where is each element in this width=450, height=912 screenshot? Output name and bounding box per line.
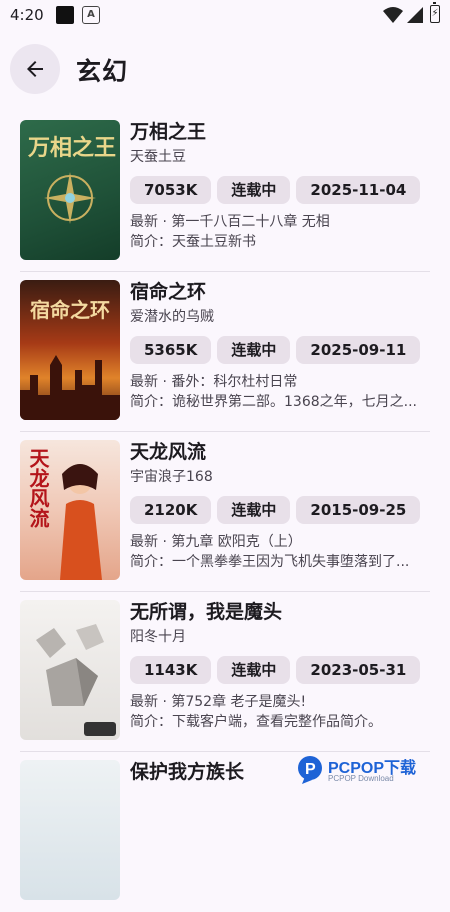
book-author: 天蚕土豆 xyxy=(130,149,186,165)
svg-text:P: P xyxy=(305,761,316,778)
cover-emblem xyxy=(44,172,96,224)
signal-icon xyxy=(407,7,423,23)
book-item[interactable]: 无所谓，我是魔头 阳冬十月 1143K 连载中 2023-05-31 最新 · … xyxy=(0,592,450,752)
book-item[interactable]: 宿命之环 宿命之环 爱潜水的乌贼 5365K 连载中 2025-09-11 最新… xyxy=(0,272,450,432)
update-date-chip: 2025-09-11 xyxy=(296,336,421,364)
app-bar: 玄幻 xyxy=(0,42,450,98)
book-title: 无所谓，我是魔头 xyxy=(130,601,283,623)
update-date-chip: 2025-11-04 xyxy=(296,176,421,204)
word-count-chip: 1143K xyxy=(130,656,212,684)
word-count-chip: 2120K xyxy=(130,496,212,524)
cover-title: 天龙风流 xyxy=(26,448,50,528)
notification-icon xyxy=(56,6,74,24)
latest-chapter: 最新 · 番外：科尔杜村日常 xyxy=(130,374,298,390)
watermark-subtext: PCPOP Download xyxy=(328,774,394,783)
latest-chapter: 最新 · 第752章 老子是魔头! xyxy=(130,694,307,710)
book-author: 爱潜水的乌贼 xyxy=(130,309,214,325)
battery-icon: ⚡ xyxy=(430,2,440,23)
book-intro: 简介：一个黑拳拳王因为飞机失事堕落到了... xyxy=(130,554,410,570)
book-item[interactable]: 万相之王 万相之王 天蚕土豆 7053K 连载中 2025-11-04 最新 ·… xyxy=(0,112,450,272)
cover-title: 万相之王 xyxy=(28,135,117,161)
book-author: 宇宙浪子168 xyxy=(130,469,213,485)
book-intro: 简介：诡秘世界第二部。1368之年，七月之... xyxy=(130,394,417,410)
watermark-logo: P PCPOP下载 PCPOP Download xyxy=(294,750,444,794)
book-cover: 宿命之环 xyxy=(20,280,120,420)
latest-chapter: 最新 · 第九章 欧阳克（上） xyxy=(130,534,302,550)
book-intro: 简介：天蚕土豆新书 xyxy=(130,234,256,250)
book-cover: 万相之王 xyxy=(20,120,120,260)
cover-city xyxy=(20,355,120,420)
book-title: 万相之王 xyxy=(130,121,207,143)
page-title: 玄幻 xyxy=(76,57,129,86)
status-bar: 4:20 A ⚡ xyxy=(0,0,450,32)
cover-polyhedra xyxy=(36,624,104,706)
cover-badge xyxy=(84,722,116,736)
status-time: 4:20 xyxy=(10,6,44,24)
update-date-chip: 2015-09-25 xyxy=(296,496,421,524)
book-item[interactable]: 天龙风流 天龙风流 宇宙浪子168 2120K 连载中 2015-09-25 最… xyxy=(0,432,450,592)
cover-figure xyxy=(60,464,102,580)
book-author: 阳冬十月 xyxy=(130,629,186,645)
status-chip: 连载中 xyxy=(217,336,291,364)
book-title: 宿命之环 xyxy=(130,281,207,303)
book-cover xyxy=(20,760,120,900)
status-chip: 连载中 xyxy=(217,496,291,524)
update-date-chip: 2023-05-31 xyxy=(296,656,421,684)
latest-chapter: 最新 · 第一千八百二十八章 无相 xyxy=(130,214,330,230)
book-cover xyxy=(20,600,120,740)
word-count-chip: 5365K xyxy=(130,336,212,364)
wifi-icon xyxy=(383,7,403,23)
book-intro: 简介：下载客户端，查看完整作品简介。 xyxy=(130,714,382,730)
status-chip: 连载中 xyxy=(217,656,291,684)
app-notification-icon: A xyxy=(82,6,100,24)
book-title: 天龙风流 xyxy=(130,441,207,463)
back-button[interactable] xyxy=(10,44,60,94)
book-cover: 天龙风流 xyxy=(20,440,120,580)
word-count-chip: 7053K xyxy=(130,176,212,204)
cover-title: 宿命之环 xyxy=(30,298,110,322)
status-chip: 连载中 xyxy=(217,176,291,204)
arrow-left-icon xyxy=(27,61,43,77)
